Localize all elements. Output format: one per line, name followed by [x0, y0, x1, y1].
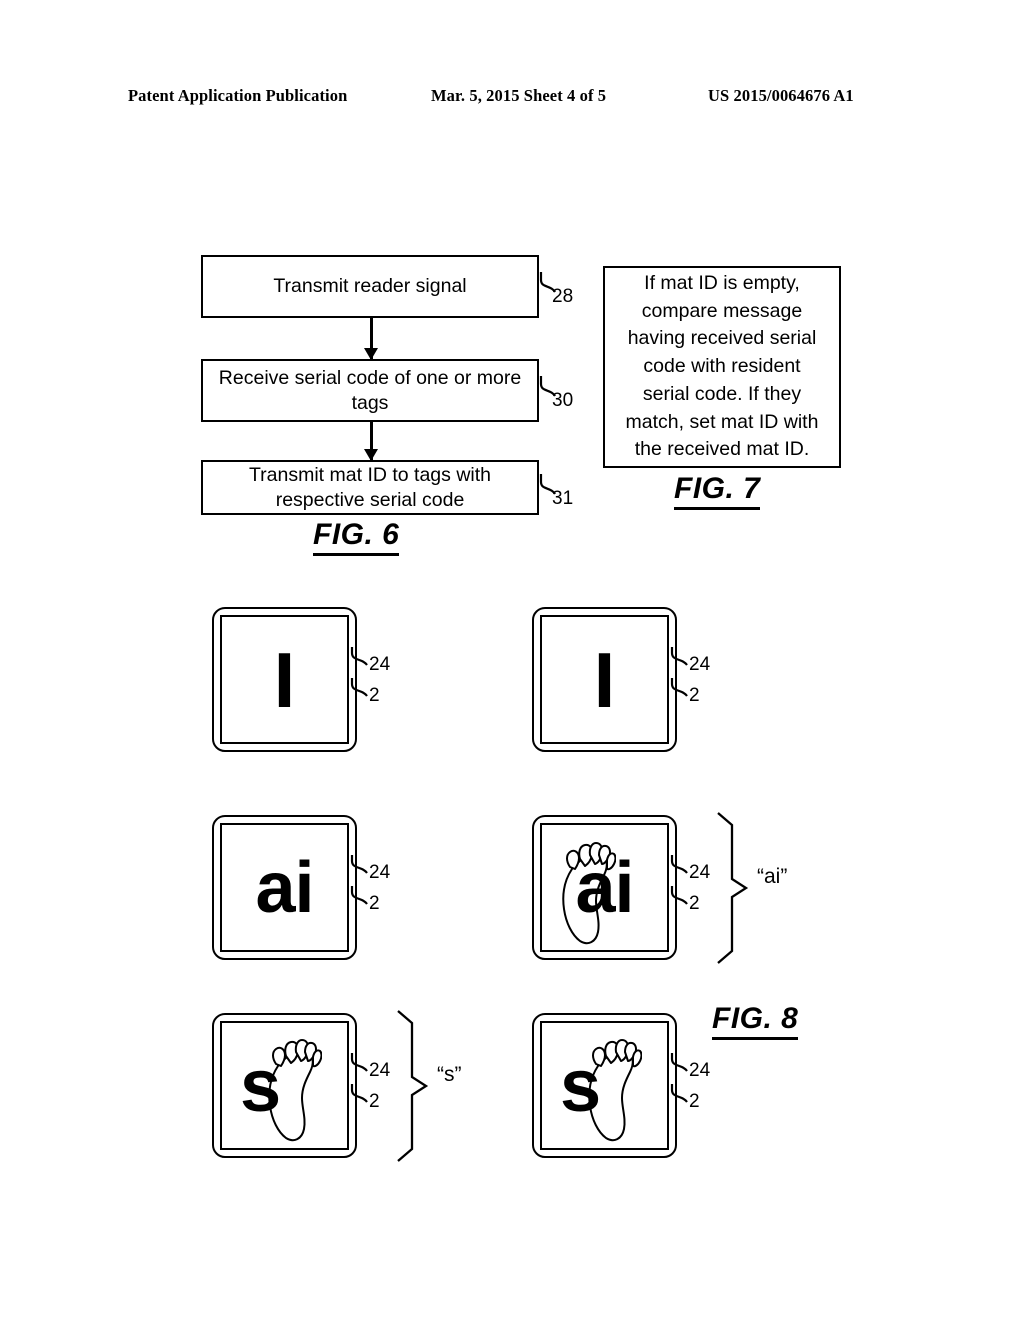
flow-arrow-2 [370, 422, 373, 460]
bracket-label-ai: “ai” [757, 865, 788, 888]
ref-numeral-24: 24 [689, 654, 711, 675]
bracket-s [397, 1010, 429, 1162]
ref-numeral-24: 24 [369, 1060, 391, 1081]
mat-tile-inner-panel: I [220, 615, 349, 744]
ref-numeral-2: 2 [689, 1091, 700, 1112]
mat-tile-letter: I [593, 635, 616, 724]
figure-7-note-box: If mat ID is empty, compare message havi… [603, 266, 841, 468]
ref-numeral-2: 2 [689, 685, 700, 706]
mat-tile-inner-panel: ai [220, 823, 349, 952]
mat-tile[interactable]: ai [532, 815, 677, 960]
mat-tile[interactable]: ai [212, 815, 357, 960]
flow-step-transmit-reader-signal: Transmit reader signal [201, 255, 539, 318]
figure-8-caption: FIG. 8 [712, 1002, 799, 1040]
bracket-ai [717, 812, 749, 964]
flow-step-label: Transmit mat ID to tags with respective … [248, 463, 491, 511]
mat-tile-inner-panel: s [540, 1021, 669, 1150]
flow-step-receive-serial-code: Receive serial code of one or more tags [201, 359, 539, 422]
flow-arrow-1 [370, 318, 373, 359]
mat-tile[interactable]: s [212, 1013, 357, 1158]
mat-tile-letter: I [273, 635, 296, 724]
ref-numeral-2: 2 [369, 1091, 380, 1112]
flow-step-label: Receive serial code of one or more tags [218, 366, 522, 414]
ref-numeral-2: 2 [369, 685, 380, 706]
page-header: Patent Application Publication Mar. 5, 2… [128, 86, 896, 110]
figure-7-note-text: If mat ID is empty, compare message havi… [625, 272, 819, 461]
mat-tile-inner-panel: I [540, 615, 669, 744]
ref-numeral-24: 24 [689, 1060, 711, 1081]
figure-7-caption: FIG. 7 [674, 472, 761, 510]
ref-numeral-2: 2 [369, 893, 380, 914]
ref-numeral-2: 2 [689, 893, 700, 914]
ref-numeral-24: 24 [369, 862, 391, 883]
mat-tile[interactable]: I [532, 607, 677, 752]
mat-tile-letter: s [560, 1043, 602, 1127]
figure-6-caption: FIG. 6 [313, 518, 400, 556]
header-publication-label: Patent Application Publication [128, 86, 348, 105]
flow-step-transmit-mat-id: Transmit mat ID to tags with respective … [201, 460, 539, 515]
flow-step-label: Transmit reader signal [273, 275, 467, 298]
ref-numeral-31: 31 [552, 488, 574, 509]
ref-numeral-24: 24 [689, 862, 711, 883]
header-patent-number: US 2015/0064676 A1 [708, 86, 854, 105]
ref-numeral-30: 30 [552, 390, 574, 411]
ref-numeral-28: 28 [552, 286, 574, 307]
mat-tile-letter: ai [575, 847, 634, 928]
mat-tile[interactable]: s [532, 1013, 677, 1158]
mat-tile-letter: s [240, 1043, 282, 1127]
mat-tile[interactable]: I [212, 607, 357, 752]
mat-tile-inner-panel: s [220, 1021, 349, 1150]
bracket-label-s: “s” [437, 1063, 462, 1086]
header-date-sheet: Mar. 5, 2015 Sheet 4 of 5 [431, 86, 607, 105]
mat-tile-letter: ai [255, 847, 314, 928]
mat-tile-inner-panel: ai [540, 823, 669, 952]
ref-numeral-24: 24 [369, 654, 391, 675]
